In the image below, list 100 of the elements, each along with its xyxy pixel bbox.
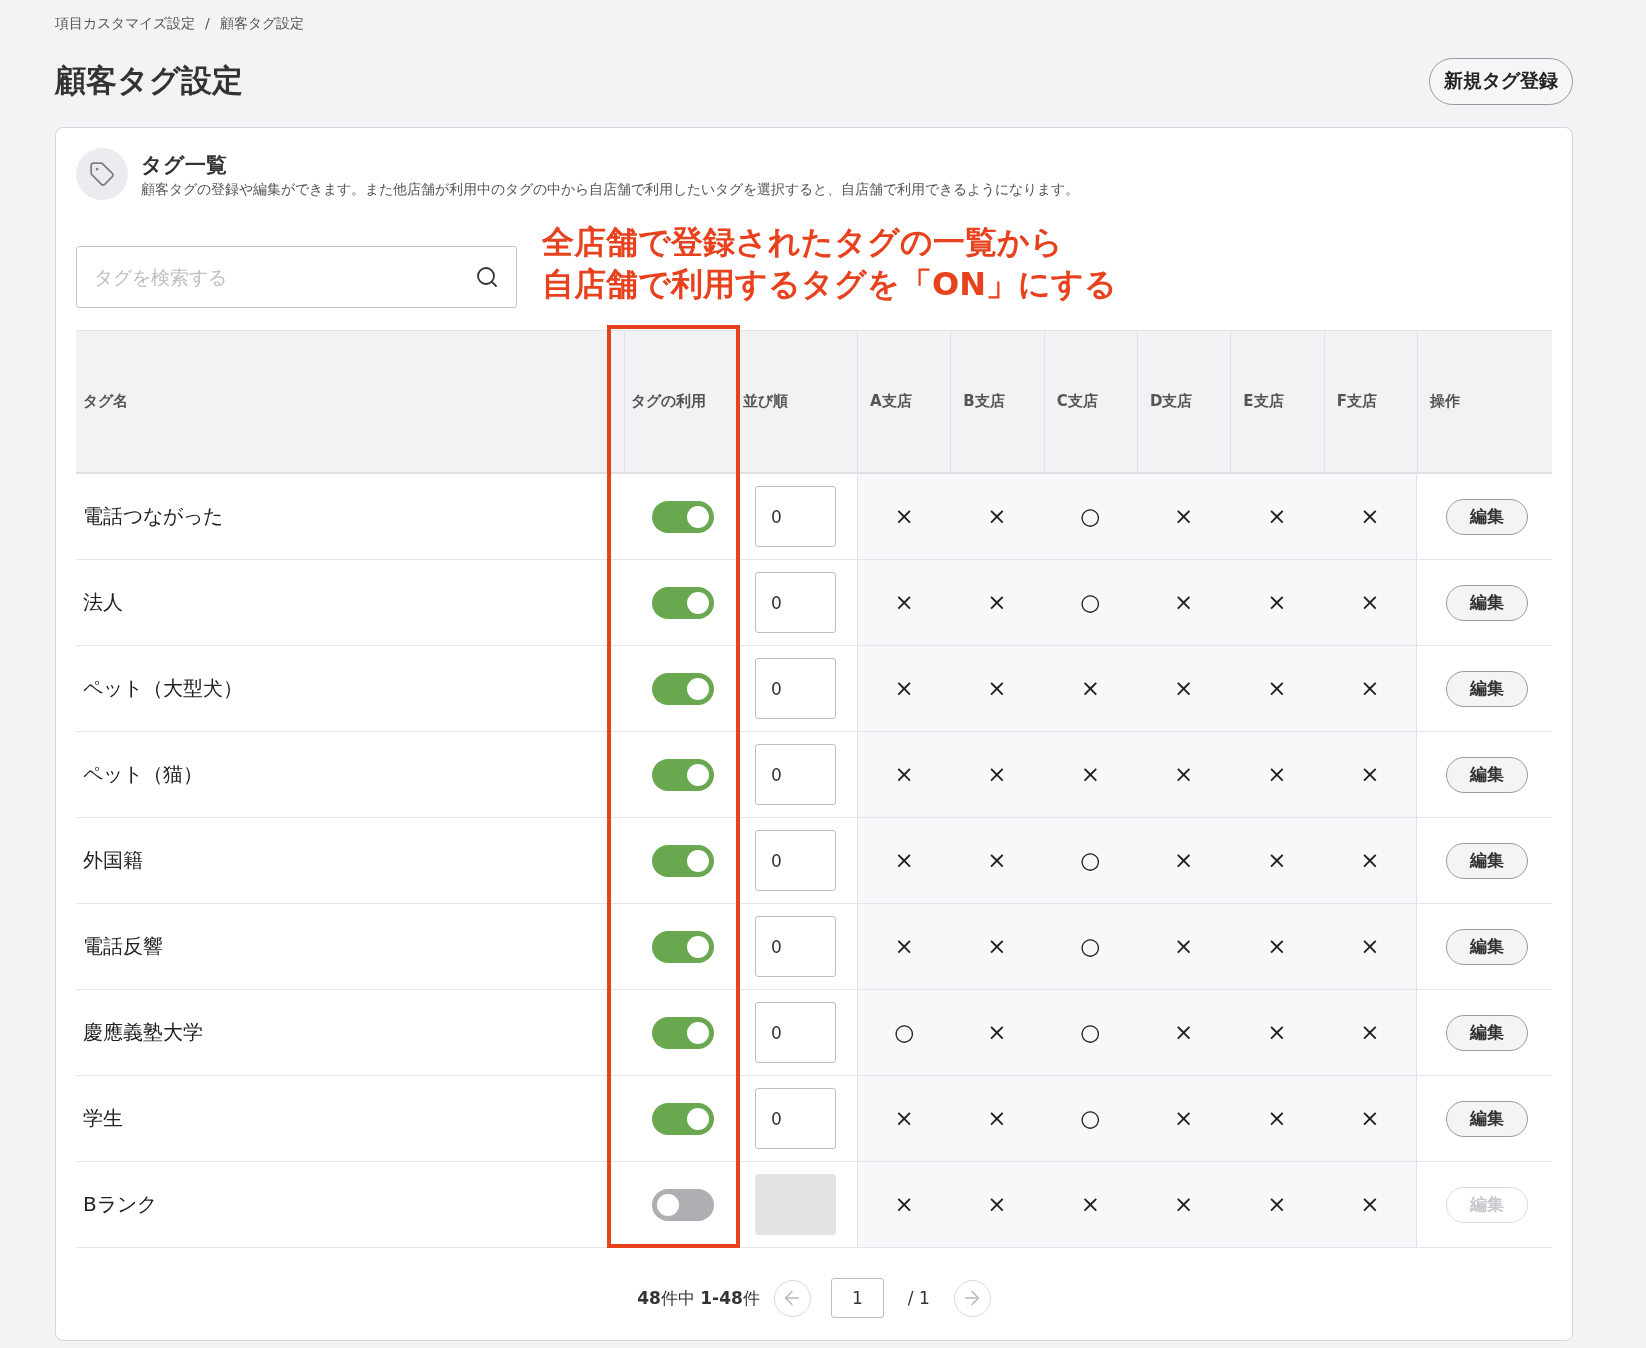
table-cell: × [1323, 732, 1417, 817]
column-header: C支店 [1043, 331, 1137, 472]
column-header: 並び順 [742, 391, 789, 412]
column-header: タグ名 [82, 391, 129, 412]
table-cell: × [1230, 990, 1324, 1075]
table-cell: × [1137, 474, 1231, 559]
edit-button[interactable]: 編集 [1445, 928, 1528, 965]
table-cell: × [1230, 1076, 1324, 1161]
toggle-switch[interactable] [651, 586, 714, 619]
order-field[interactable]: 0 [755, 486, 836, 547]
edit-button[interactable]: 編集 [1445, 670, 1528, 707]
table-cell: × [950, 1162, 1044, 1247]
column-header: A支店 [857, 331, 951, 472]
toggle-switch[interactable] [651, 844, 714, 877]
toggle-switch[interactable] [651, 758, 714, 791]
table-cell: × [857, 474, 951, 559]
annotation-text: 自店舗で利用するタグを「ON」にする [542, 264, 1117, 305]
table-cell: × [857, 560, 951, 645]
tag-name-cell-text: ペット（猫） [82, 761, 204, 788]
table-cell: × [1137, 1162, 1231, 1247]
order-field[interactable]: 0 [755, 830, 836, 891]
table-cell: × [950, 818, 1044, 903]
tag-name-cell-text: Bランク [82, 1191, 158, 1218]
table-cell: × [1323, 990, 1417, 1075]
table-cell: × [950, 732, 1044, 817]
panel-description: 顧客タグの登録や編集ができます。また他店舗が利用中のタグの中から自店舗で利用したいタグを選択すると、自店舗で利用できるようになります。 [141, 179, 1079, 199]
tag-name-cell-text: 法人 [82, 589, 124, 616]
edit-button[interactable]: 編集 [1445, 756, 1528, 793]
next-page-button[interactable] [953, 1279, 991, 1317]
table-cell: × [1043, 1162, 1137, 1247]
breadcrumb-link[interactable]: 項目カスタマイズ設定 [55, 13, 195, 33]
page-title: 顧客タグ設定 [55, 61, 243, 100]
column-header: タグの利用 [624, 331, 737, 472]
table-cell: ○ [1043, 904, 1137, 989]
column-header: B支店 [950, 331, 1044, 472]
table-cell: × [1230, 818, 1324, 903]
table-cell: × [1230, 904, 1324, 989]
breadcrumb-link[interactable]: 顧客タグ設定 [219, 13, 304, 33]
table-cell: × [1323, 904, 1417, 989]
toggle-switch[interactable] [651, 1016, 714, 1049]
table-cell: × [950, 646, 1044, 731]
search-field[interactable]: タグを検索する [76, 246, 517, 308]
table-cell: × [1323, 646, 1417, 731]
table-cell: ○ [857, 990, 951, 1075]
edit-button[interactable]: 編集 [1445, 584, 1528, 621]
edit-button[interactable]: 編集 [1445, 498, 1528, 535]
breadcrumb-separator: / [205, 14, 210, 33]
table-cell: ○ [1043, 560, 1137, 645]
table-cell: × [1137, 904, 1231, 989]
table-cell: × [1137, 732, 1231, 817]
order-field[interactable]: 0 [755, 572, 836, 633]
table-cell: ○ [1043, 990, 1137, 1075]
table-cell: × [857, 1076, 951, 1161]
table-cell: × [1323, 818, 1417, 903]
order-field[interactable]: 0 [755, 1002, 836, 1063]
column-header: D支店 [1137, 331, 1231, 472]
table-cell: × [1137, 1076, 1231, 1161]
edit-button[interactable]: 編集 [1445, 1100, 1528, 1137]
table-cell: × [1323, 474, 1417, 559]
toggle-switch[interactable] [651, 500, 714, 533]
table-cell: × [857, 818, 951, 903]
table-cell: × [1043, 732, 1137, 817]
edit-button[interactable]: 編集 [1445, 1014, 1528, 1051]
table-cell: × [950, 990, 1044, 1075]
table-cell: × [1137, 818, 1231, 903]
table-cell: ○ [1043, 1076, 1137, 1161]
search-icon [475, 265, 499, 289]
toggle-switch[interactable] [651, 1188, 714, 1221]
table-cell: × [857, 646, 951, 731]
edit-button[interactable]: 編集 [1445, 842, 1528, 879]
toggle-switch[interactable] [651, 672, 714, 705]
table-cell: × [1043, 646, 1137, 731]
table-cell: × [1323, 1076, 1417, 1161]
order-field[interactable]: 0 [755, 744, 836, 805]
tag-name-cell-text: 慶應義塾大学 [82, 1019, 204, 1046]
previous-page-button[interactable] [773, 1279, 811, 1317]
table-cell: × [1137, 560, 1231, 645]
tag-name-cell-text: 電話つながった [82, 503, 224, 530]
table-cell: × [1323, 1162, 1417, 1247]
table-cell: × [1230, 732, 1324, 817]
table-cell: × [857, 732, 951, 817]
table-cell: × [950, 1076, 1044, 1161]
column-header: E支店 [1230, 331, 1324, 472]
toggle-switch[interactable] [651, 1102, 714, 1135]
toggle-switch[interactable] [651, 930, 714, 963]
order-field[interactable]: 0 [755, 1088, 836, 1149]
tag-name-cell-text: 電話反響 [82, 933, 164, 960]
column-header: 操作 [1417, 331, 1552, 472]
table-cell: × [1323, 560, 1417, 645]
table-cell: × [1230, 474, 1324, 559]
table-cell: × [950, 560, 1044, 645]
tag-icon [76, 148, 128, 200]
new-tag-button[interactable]: 新規タグ登録 [1429, 57, 1573, 105]
table-cell: × [950, 474, 1044, 559]
order-field[interactable]: 0 [755, 916, 836, 977]
table-cell: × [857, 1162, 951, 1247]
table-cell: × [857, 904, 951, 989]
page-total: / 1 [907, 1288, 930, 1308]
order-field[interactable]: 0 [755, 658, 836, 719]
page-field[interactable]: 1 [830, 1278, 884, 1318]
